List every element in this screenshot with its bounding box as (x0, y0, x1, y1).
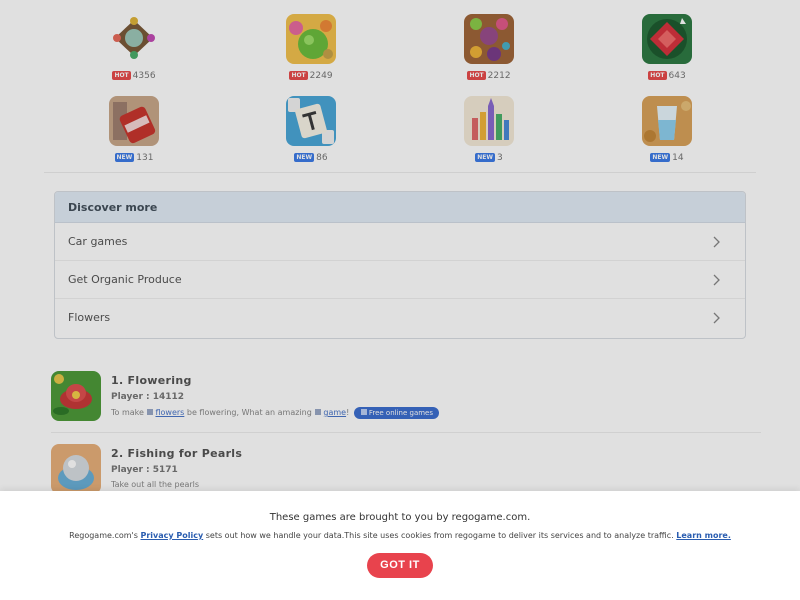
learn-more-link[interactable]: Learn more. (676, 531, 731, 540)
cookie-consent-bar: These games are brought to you by regoga… (0, 491, 800, 600)
consent-text: Regogame.com's Privacy Policy sets out h… (0, 531, 800, 540)
consent-text-part: Regogame.com's (69, 531, 138, 540)
privacy-policy-link[interactable]: Privacy Policy (140, 531, 203, 540)
got-it-button[interactable]: GOT IT (367, 553, 433, 578)
consent-title: These games are brought to you by regoga… (269, 512, 531, 523)
consent-text-part: sets out how we handle your data.This si… (205, 531, 674, 540)
page: HOT 4356 HOT 2249 HOT 2212 HOT 643 NEW 1… (0, 0, 800, 600)
